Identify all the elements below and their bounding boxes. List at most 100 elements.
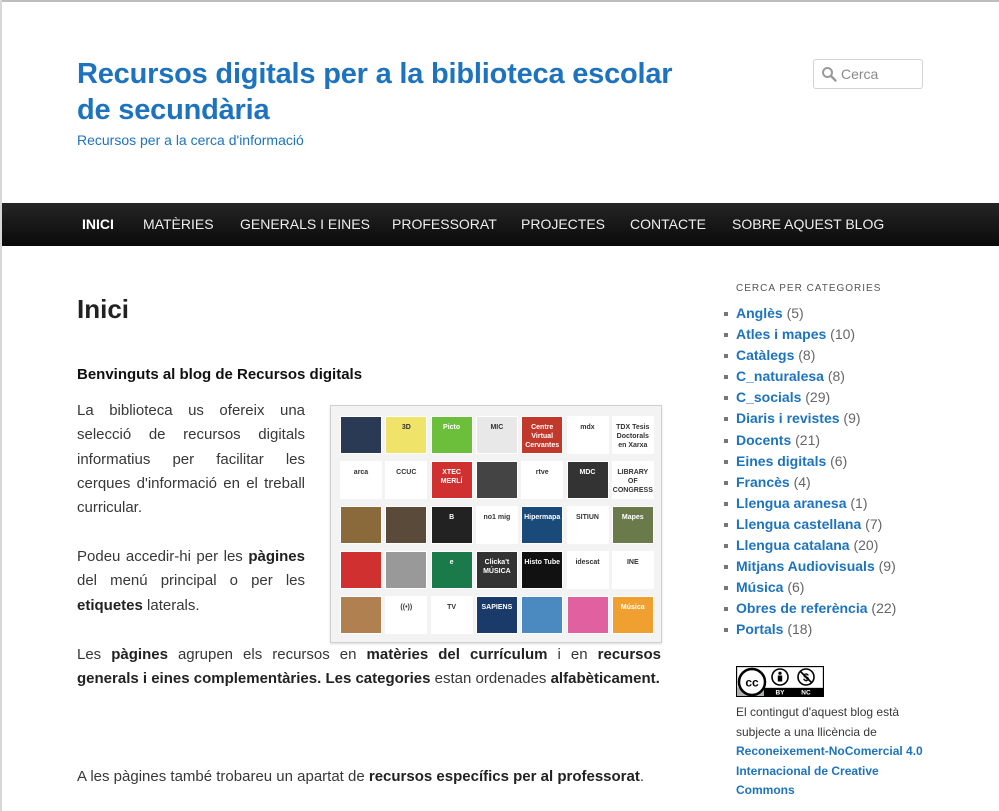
category-link[interactable]: Música — [736, 579, 783, 595]
category-item: Mitjans Audiovisuals (9) — [723, 557, 896, 578]
search-box[interactable] — [813, 59, 923, 89]
category-count: (6) — [830, 452, 848, 469]
resource-thumbnail[interactable]: Música — [611, 596, 654, 634]
category-item: C_socials (29) — [723, 388, 896, 409]
category-count: (7) — [865, 515, 883, 532]
resource-thumbnail[interactable] — [385, 551, 428, 589]
category-link[interactable]: Anglès — [736, 305, 783, 321]
access-paragraph: Podeu accedir-hi per les pàgines del men… — [77, 545, 305, 618]
category-link[interactable]: Obres de referència — [736, 600, 868, 616]
text: agrupen els recursos en — [167, 646, 367, 663]
nav-item-professorat[interactable]: PROFESSORAT — [392, 203, 497, 246]
category-count: (21) — [795, 431, 821, 448]
resource-thumbnail[interactable] — [340, 506, 382, 544]
category-link[interactable]: Francès — [736, 474, 790, 490]
category-link[interactable]: Llengua catalana — [736, 537, 850, 553]
pages-paragraph: Les pàgines agrupen els recursos en matè… — [77, 643, 661, 692]
resource-thumbnail[interactable]: arca — [340, 461, 382, 499]
intro-paragraph: La biblioteca us ofereix una selecció de… — [77, 402, 305, 517]
creative-commons-badge[interactable]: cc $ BY NC — [736, 666, 824, 697]
category-count: (1) — [850, 494, 868, 511]
resource-thumbnail[interactable] — [566, 596, 609, 634]
resource-thumbnail[interactable] — [521, 596, 564, 634]
resource-thumbnail[interactable]: TV — [430, 596, 473, 634]
emphasis: pàgines — [111, 646, 168, 663]
category-link[interactable]: Portals — [736, 621, 783, 637]
nav-item-generals-i-eines[interactable]: GENERALS I EINES — [240, 203, 370, 246]
resource-thumbnail[interactable]: MIC — [475, 416, 518, 454]
resource-thumbnail[interactable]: Picto — [430, 416, 473, 454]
category-count: (18) — [787, 621, 813, 638]
resource-thumbnail[interactable]: CCUC — [385, 461, 428, 499]
category-link[interactable]: Diaris i revistes — [736, 410, 840, 426]
resources-mosaic-image[interactable]: 3D Picto MIC Centre Virtual Cervantes mdx TDX… — [330, 405, 662, 643]
resource-thumbnail[interactable]: XTEC MERLÍ — [430, 461, 473, 499]
text: A les pàgines també trobareu un apartat … — [77, 768, 369, 785]
resource-thumbnail[interactable]: e — [430, 551, 473, 589]
resource-thumbnail[interactable]: LIBRARY OF CONGRESS — [611, 461, 654, 499]
resource-thumbnail[interactable]: rtve — [521, 461, 564, 499]
nav-item-materies[interactable]: MATÈRIES — [143, 203, 214, 246]
nav-item-contacte[interactable]: CONTACTE — [630, 203, 706, 246]
resource-thumbnail[interactable]: mdx — [566, 416, 609, 454]
resource-thumbnail[interactable]: Hipermapa — [521, 506, 564, 544]
resource-thumbnail[interactable]: SAPIENS — [475, 596, 518, 634]
resource-thumbnail[interactable]: Histo Tube — [521, 551, 564, 589]
category-item: C_naturalesa (8) — [723, 367, 896, 388]
resource-thumbnail[interactable]: Centre Virtual Cervantes — [521, 416, 564, 454]
resource-thumbnail[interactable]: idescat — [566, 551, 609, 589]
nav-item-projectes[interactable]: PROJECTES — [521, 203, 605, 246]
search-icon — [822, 67, 837, 82]
resource-thumbnail[interactable]: TDX Tesis Doctorals en Xarxa — [611, 416, 654, 454]
category-count: (29) — [805, 389, 831, 406]
resource-thumbnail[interactable] — [340, 551, 382, 589]
category-count: (22) — [871, 600, 897, 617]
site-title[interactable]: Recursos digitals per a la biblioteca es… — [77, 56, 677, 128]
license-link[interactable]: Reconeixement-NoComercial 4.0 Internacio… — [736, 744, 923, 797]
category-count: (6) — [787, 579, 805, 596]
resource-thumbnail[interactable] — [385, 506, 428, 544]
category-item: Catàlegs (8) — [723, 346, 896, 367]
resource-thumbnail[interactable] — [340, 416, 382, 454]
category-link[interactable]: Eines digitals — [736, 453, 826, 469]
teachers-paragraph: A les pàgines també trobareu un apartat … — [77, 765, 677, 789]
category-link[interactable]: Llengua aranesa — [736, 495, 847, 511]
category-item: Llengua aranesa (1) — [723, 494, 896, 515]
category-link[interactable]: Atles i mapes — [736, 326, 826, 342]
nav-item-sobre-aquest-blog[interactable]: SOBRE AQUEST BLOG — [732, 203, 884, 246]
resource-thumbnail[interactable]: SITIUN — [566, 506, 609, 544]
resource-thumbnail[interactable]: ((•)) — [385, 596, 428, 634]
category-count: (8) — [827, 368, 845, 385]
category-item: Llengua castellana (7) — [723, 515, 896, 536]
resource-thumbnail[interactable] — [475, 461, 518, 499]
emphasis: alfabèticament. — [550, 670, 660, 688]
nav-item-inici[interactable]: INICI — [82, 203, 114, 246]
resource-thumbnail[interactable]: Mapes — [611, 506, 654, 544]
category-count: (9) — [843, 410, 861, 427]
left-border — [0, 0, 2, 811]
resource-thumbnail[interactable]: B — [430, 506, 473, 544]
category-link[interactable]: C_naturalesa — [736, 368, 824, 384]
text: estan ordenades — [430, 670, 551, 688]
resource-thumbnail[interactable]: INE — [611, 551, 654, 589]
resource-thumbnail[interactable]: no1 mig — [475, 506, 518, 544]
category-item: Llengua catalana (20) — [723, 536, 896, 557]
resource-thumbnail[interactable]: Clicka't MÚSICA — [475, 551, 518, 589]
emphasis: pàgines — [248, 548, 305, 565]
resource-thumbnail[interactable]: 3D — [385, 416, 428, 454]
category-link[interactable]: Catàlegs — [736, 347, 794, 363]
category-item: Diaris i revistes (9) — [723, 409, 896, 430]
nc-label: NC — [801, 690, 811, 697]
search-input[interactable] — [841, 65, 917, 83]
category-count: (10) — [830, 326, 856, 343]
category-item: Obres de referència (22) — [723, 599, 897, 620]
category-link[interactable]: C_socials — [736, 389, 801, 405]
text: Podeu accedir-hi per les — [77, 548, 249, 565]
category-link[interactable]: Mitjans Audiovisuals — [736, 558, 875, 574]
category-link[interactable]: Docents — [736, 432, 791, 448]
category-link[interactable]: Llengua castellana — [736, 516, 861, 532]
text: laterals. — [142, 596, 200, 614]
resource-thumbnail[interactable]: MDC — [566, 461, 609, 499]
resource-thumbnail[interactable] — [340, 596, 382, 634]
text: Les — [77, 646, 112, 663]
